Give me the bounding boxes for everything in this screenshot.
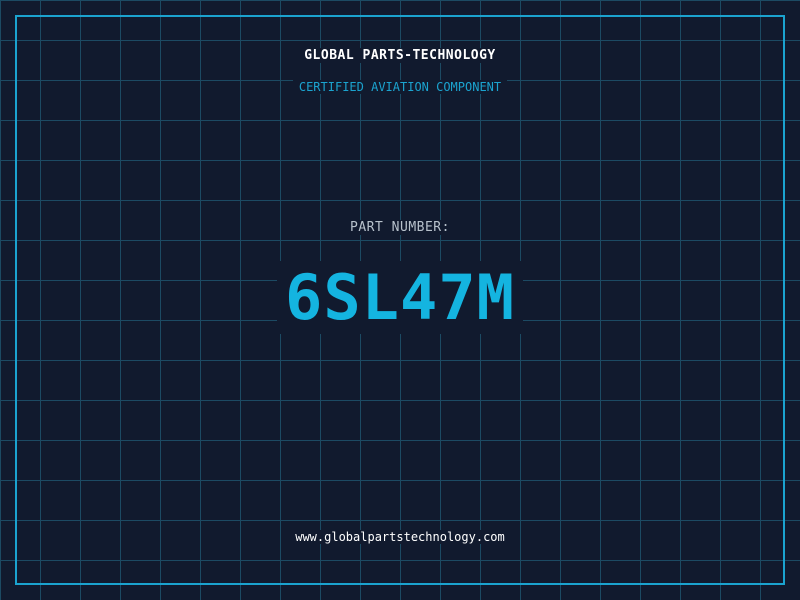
part-number-label: PART NUMBER: [344,220,456,235]
website-url: www.globalpartstechnology.com [289,530,511,544]
part-number-row: 6SL47M [0,260,800,336]
tagline: CERTIFIED AVIATION COMPONENT [292,80,508,94]
part-number-value: 6SL47M [277,261,523,334]
company-name: GLOBAL PARTS-TECHNOLOGY [298,48,502,63]
blueprint-canvas: GLOBAL PARTS-TECHNOLOGY CERTIFIED AVIATI… [0,0,800,600]
tagline-row: CERTIFIED AVIATION COMPONENT [0,80,800,94]
website-row: www.globalpartstechnology.com [0,530,800,544]
part-number-label-row: PART NUMBER: [0,220,800,235]
company-name-row: GLOBAL PARTS-TECHNOLOGY [0,48,800,63]
